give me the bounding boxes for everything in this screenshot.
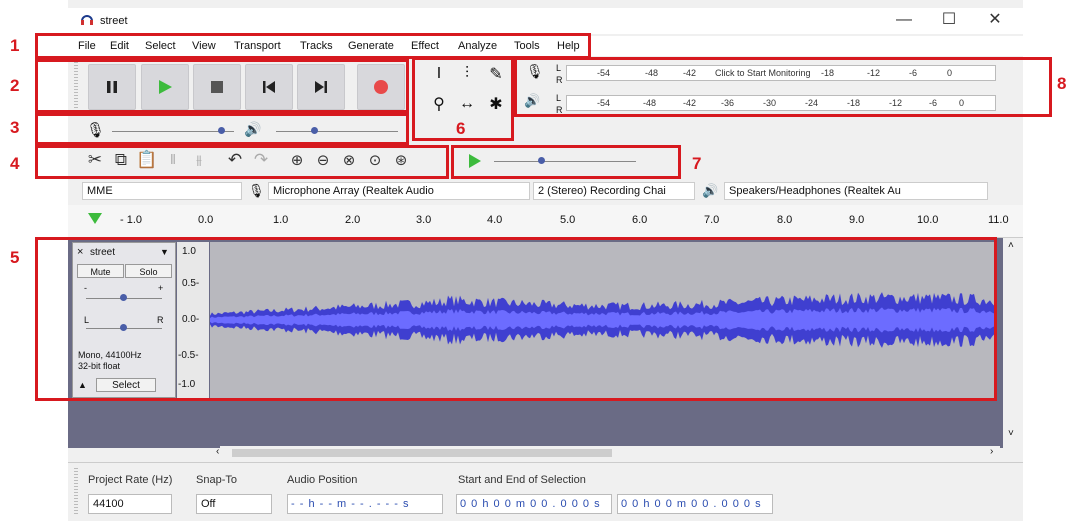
vertical-scrollbar[interactable] xyxy=(1003,238,1023,448)
selection-range-label: Start and End of Selection xyxy=(458,474,586,486)
window-title: street xyxy=(100,15,128,27)
ruler-tick-label: 7.0 xyxy=(704,214,720,226)
annotation-box-volume xyxy=(35,113,409,145)
ruler-tick-label: 0.0 xyxy=(198,214,214,226)
title-bar xyxy=(68,8,1023,34)
annotation-box-meters xyxy=(514,57,1052,117)
annotation-number: 6 xyxy=(456,119,466,138)
ruler-tick-label: 4.0 xyxy=(487,214,503,226)
horizontal-scroll-thumb[interactable] xyxy=(232,449,612,457)
annotation-number: 1 xyxy=(10,36,20,55)
snap-to-select[interactable]: Off xyxy=(196,494,272,514)
selection-toolbar-grip[interactable] xyxy=(74,468,78,514)
annotation-box-edit xyxy=(35,145,449,179)
ruler-tick-label: 3.0 xyxy=(416,214,432,226)
scroll-right-icon[interactable]: › xyxy=(990,446,993,457)
annotation-number: 8 xyxy=(1057,74,1067,93)
annotation-box-transport xyxy=(35,59,409,113)
minimize-button[interactable]: — xyxy=(893,10,915,30)
ruler-tick-label: 1.0 xyxy=(273,214,289,226)
annotation-number: 5 xyxy=(10,248,20,267)
selection-start-field[interactable]: 0 0 h 0 0 m 0 0 . 0 0 0 s xyxy=(456,494,612,514)
recording-device-select[interactable]: Microphone Array (Realtek Audio xyxy=(268,182,530,200)
ruler-tick-label: 6.0 xyxy=(632,214,648,226)
project-rate-label: Project Rate (Hz) xyxy=(88,474,173,486)
selection-end-field[interactable]: 0 0 h 0 0 m 0 0 . 0 0 0 s xyxy=(617,494,773,514)
ruler-tick-label: - 1.0 xyxy=(120,214,143,226)
maximize-button[interactable]: ☐ xyxy=(938,10,960,30)
ruler-tick-label: 9.0 xyxy=(849,214,865,226)
scroll-left-icon[interactable]: ‹ xyxy=(216,446,219,457)
annotation-box-menu xyxy=(35,33,591,59)
playback-device-speaker-icon: 🔊 xyxy=(702,183,719,198)
recording-device-mic-icon: 🎙 xyxy=(248,183,265,198)
project-rate-select[interactable]: 44100 xyxy=(88,494,172,514)
headphones-app-icon xyxy=(81,15,93,25)
scroll-up-icon[interactable]: ˄ xyxy=(1008,240,1014,251)
annotation-box-play-at-speed xyxy=(451,145,681,179)
ruler-tick-label: 10.0 xyxy=(917,214,939,226)
annotation-number: 2 xyxy=(10,76,20,95)
ruler-tick-label: 2.0 xyxy=(345,214,361,226)
annotation-number: 4 xyxy=(10,154,20,173)
ruler-tick-label: 11.0 xyxy=(988,214,1009,226)
annotation-box-track xyxy=(35,237,997,401)
close-window-button[interactable]: ✕ xyxy=(984,10,1006,30)
ruler-tick-label: 8.0 xyxy=(777,214,793,226)
recording-channels-select[interactable]: 2 (Stereo) Recording Chai xyxy=(533,182,695,200)
annotation-number: 7 xyxy=(692,154,702,173)
snap-to-label: Snap-To xyxy=(196,474,237,486)
audio-host-select[interactable]: MME xyxy=(82,182,242,200)
audio-position-field[interactable]: - - h - - m - - . - - - s xyxy=(287,494,443,514)
annotation-number: 3 xyxy=(10,118,20,137)
pinned-play-head-icon[interactable] xyxy=(88,213,102,225)
ruler-tick-label: 5.0 xyxy=(560,214,576,226)
playback-device-select[interactable]: Speakers/Headphones (Realtek Au xyxy=(724,182,988,200)
audio-position-label: Audio Position xyxy=(287,474,358,486)
scroll-down-icon[interactable]: ˅ xyxy=(1008,428,1014,439)
